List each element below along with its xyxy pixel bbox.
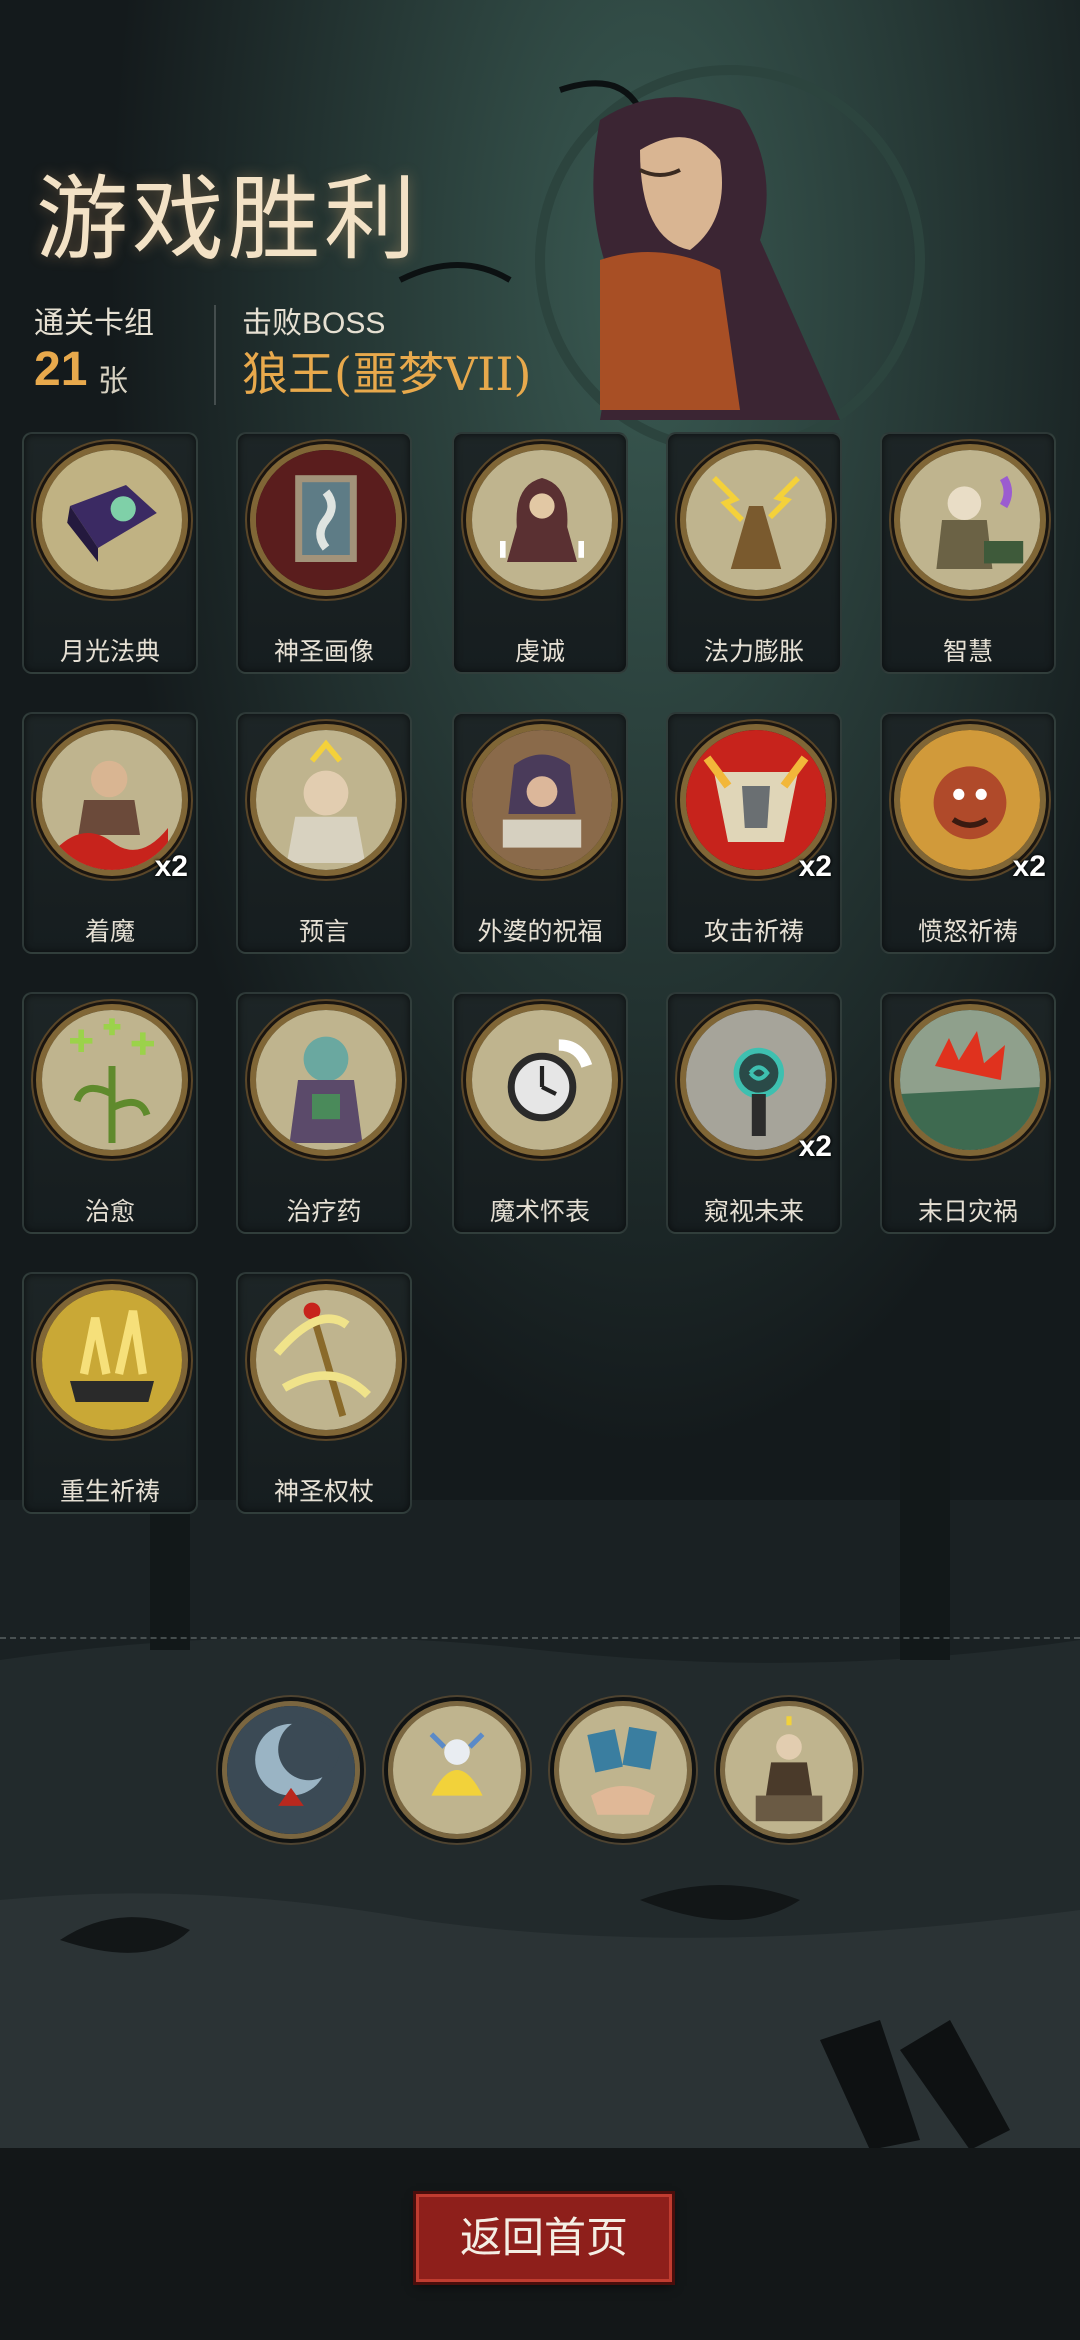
card-name: 治疗药 bbox=[286, 1198, 362, 1226]
deck-card[interactable]: 法力膨胀 bbox=[666, 432, 842, 674]
deck-card[interactable]: x2 窥视未来 bbox=[666, 992, 842, 1234]
card-name: 窥视未来 bbox=[703, 1198, 804, 1226]
deck-card[interactable]: 虔诚 bbox=[452, 432, 628, 674]
spirit-burst-relic-icon[interactable] bbox=[388, 1701, 526, 1839]
card-name: 攻击祈祷 bbox=[703, 918, 804, 946]
heal-icon bbox=[36, 1004, 188, 1156]
wisdom-icon bbox=[894, 444, 1046, 596]
deck-card[interactable]: 外婆的祝福 bbox=[452, 712, 628, 954]
card-name: 重生祈祷 bbox=[59, 1478, 160, 1506]
deck-card[interactable]: 月光法典 bbox=[22, 432, 198, 674]
card-multiplier: x2 bbox=[798, 850, 832, 883]
card-name: 虔诚 bbox=[514, 638, 565, 666]
deck-card[interactable]: 末日灾祸 bbox=[880, 992, 1056, 1234]
doom-icon bbox=[894, 1004, 1046, 1156]
deck-unit: 张 bbox=[98, 365, 128, 398]
grandma-blessing-icon bbox=[466, 724, 618, 876]
card-name: 着魔 bbox=[84, 918, 135, 946]
deck-card[interactable]: 神圣画像 bbox=[236, 432, 412, 674]
card-hand-relic-icon[interactable] bbox=[554, 1701, 692, 1839]
deck-card[interactable]: 智慧 bbox=[880, 432, 1056, 674]
deck-label: 通关卡组 bbox=[34, 307, 154, 340]
deck-card[interactable]: 重生祈祷 bbox=[22, 1272, 198, 1514]
victory-title: 游戏胜利 bbox=[36, 166, 421, 273]
deck-card[interactable]: 魔术怀表 bbox=[452, 992, 628, 1234]
moon-tome-icon bbox=[36, 444, 188, 596]
card-name: 外婆的祝福 bbox=[477, 918, 603, 946]
deck-card[interactable]: 治疗药 bbox=[236, 992, 412, 1234]
card-name: 魔术怀表 bbox=[489, 1198, 590, 1226]
card-name: 预言 bbox=[298, 918, 349, 946]
holy-scepter-icon bbox=[250, 1284, 402, 1436]
card-multiplier: x2 bbox=[798, 1130, 832, 1163]
card-name: 智慧 bbox=[942, 638, 993, 666]
deck-card[interactable]: 预言 bbox=[236, 712, 412, 954]
pocket-watch-icon bbox=[466, 1004, 618, 1156]
card-name: 神圣画像 bbox=[273, 638, 374, 666]
card-name: 治愈 bbox=[84, 1198, 135, 1226]
prophecy-icon bbox=[250, 724, 402, 876]
preacher-relic-icon[interactable] bbox=[720, 1701, 858, 1839]
holy-portrait-icon bbox=[250, 444, 402, 596]
deck-card[interactable]: 治愈 bbox=[22, 992, 198, 1234]
section-divider bbox=[0, 1637, 1080, 1639]
deck-count: 21 bbox=[34, 343, 88, 396]
card-multiplier: x2 bbox=[154, 850, 188, 883]
crescent-moon-relic-icon[interactable] bbox=[222, 1701, 360, 1839]
card-multiplier: x2 bbox=[1012, 850, 1046, 883]
deck-card[interactable]: x2 攻击祈祷 bbox=[666, 712, 842, 954]
deck-card[interactable]: 神圣权杖 bbox=[236, 1272, 412, 1514]
card-name: 神圣权杖 bbox=[273, 1478, 374, 1506]
boss-name: 狼王(噩梦VII) bbox=[242, 347, 532, 401]
card-name: 末日灾祸 bbox=[917, 1198, 1018, 1226]
potion-icon bbox=[250, 1004, 402, 1156]
return-home-button[interactable]: 返回首页 bbox=[416, 2194, 672, 2282]
card-name: 月光法典 bbox=[59, 638, 160, 666]
boss-label: 击败BOSS bbox=[242, 307, 386, 340]
deck-card[interactable]: x2 着魔 bbox=[22, 712, 198, 954]
stat-divider bbox=[214, 305, 216, 405]
deck-card[interactable]: x2 愤怒祈祷 bbox=[880, 712, 1056, 954]
devotion-icon bbox=[466, 444, 618, 596]
rebirth-prayer-icon bbox=[36, 1284, 188, 1436]
card-name: 愤怒祈祷 bbox=[917, 918, 1018, 946]
card-name: 法力膨胀 bbox=[703, 638, 804, 666]
mana-surge-icon bbox=[680, 444, 832, 596]
